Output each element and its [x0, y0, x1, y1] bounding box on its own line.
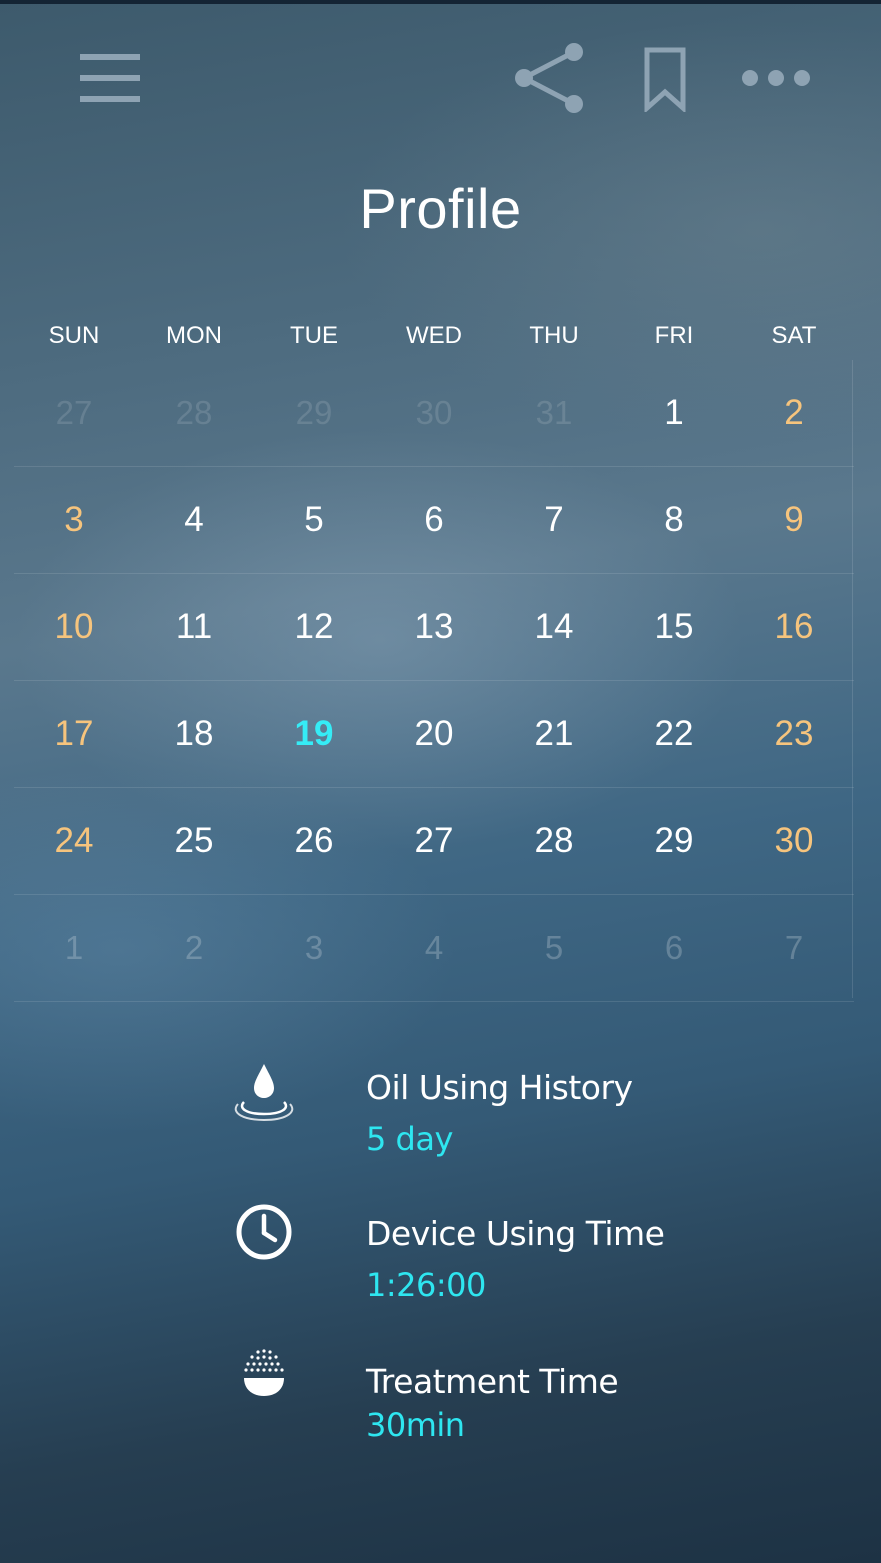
weekday-wed: WED — [406, 322, 462, 349]
stat-label: Oil Using History — [366, 1068, 633, 1107]
page-title: Profile — [359, 177, 522, 240]
calendar-day-weekend[interactable]: 2 — [734, 360, 854, 466]
weekday-tue: TUE — [290, 322, 338, 349]
calendar-day-today[interactable]: 19 — [254, 681, 374, 787]
calendar-day[interactable]: 11 — [134, 574, 254, 680]
calendar-day[interactable]: 7 — [494, 467, 614, 573]
stat-value: 1:26:00 — [366, 1266, 486, 1304]
calendar-week: 27 28 29 30 31 1 2 — [14, 360, 854, 467]
calendar-day[interactable]: 15 — [614, 574, 734, 680]
stat-value: 30min — [366, 1406, 465, 1444]
weekday-thu: THU — [529, 322, 579, 349]
calendar-day[interactable]: 1 — [614, 360, 734, 466]
calendar-week: 10 11 12 13 14 15 16 — [14, 574, 854, 681]
calendar-day[interactable]: 6 — [374, 467, 494, 573]
calendar-day-next-month[interactable]: 5 — [494, 895, 614, 1001]
calendar-day-weekend[interactable]: 16 — [734, 574, 854, 680]
calendar-day-weekend[interactable]: 10 — [14, 574, 134, 680]
calendar-day[interactable]: 18 — [134, 681, 254, 787]
calendar-day-weekend[interactable]: 24 — [14, 788, 134, 894]
calendar-week: 3 4 5 6 7 8 9 — [14, 467, 854, 574]
calendar-day[interactable]: 5 — [254, 467, 374, 573]
calendar-week: 1 2 3 4 5 6 7 — [14, 895, 854, 1002]
stat-device-time[interactable]: Device Using Time 1:26:00 — [0, 1198, 881, 1308]
calendar-day-weekend[interactable]: 30 — [734, 788, 854, 894]
calendar-day[interactable]: 27 — [374, 788, 494, 894]
share-button[interactable] — [510, 42, 588, 114]
weekday-mon: MON — [166, 322, 222, 349]
calendar-day-prev-month[interactable]: 29 — [254, 360, 374, 466]
calendar-day[interactable]: 29 — [614, 788, 734, 894]
status-strip — [0, 0, 881, 4]
calendar-day[interactable]: 21 — [494, 681, 614, 787]
bookmark-icon — [644, 47, 686, 112]
weekday-header: SUN MON TUE WED THU FRI SAT — [14, 316, 854, 356]
calendar-week: 17 18 19 20 21 22 23 — [14, 681, 854, 788]
calendar-day[interactable]: 20 — [374, 681, 494, 787]
calendar-day-next-month[interactable]: 2 — [134, 895, 254, 1001]
calendar-day-weekend[interactable]: 3 — [14, 467, 134, 573]
weekday-fri: FRI — [654, 322, 694, 349]
calendar-day-prev-month[interactable]: 30 — [374, 360, 494, 466]
stat-value: 5 day — [366, 1120, 453, 1158]
weekday-sun: SUN — [48, 322, 100, 349]
calendar-day-next-month[interactable]: 1 — [14, 895, 134, 1001]
stat-label: Device Using Time — [366, 1214, 665, 1253]
oil-drop-icon — [232, 1058, 296, 1122]
stat-label: Treatment Time — [366, 1362, 619, 1401]
calendar-day[interactable]: 13 — [374, 574, 494, 680]
treatment-spray-icon — [232, 1346, 296, 1410]
calendar-day[interactable]: 28 — [494, 788, 614, 894]
weekday-sat: SAT — [771, 322, 817, 349]
calendar-week: 24 25 26 27 28 29 30 — [14, 788, 854, 895]
calendar-day-weekend[interactable]: 17 — [14, 681, 134, 787]
calendar-day-prev-month[interactable]: 28 — [134, 360, 254, 466]
calendar-day[interactable]: 22 — [614, 681, 734, 787]
clock-icon — [232, 1200, 296, 1264]
calendar-day-weekend[interactable]: 9 — [734, 467, 854, 573]
stat-oil-history[interactable]: Oil Using History 5 day — [0, 1050, 881, 1160]
stat-treatment-time[interactable]: Treatment Time 30min — [0, 1346, 881, 1456]
calendar-day-next-month[interactable]: 3 — [254, 895, 374, 1001]
calendar-day[interactable]: 8 — [614, 467, 734, 573]
calendar-divider — [852, 360, 853, 998]
calendar-day-next-month[interactable]: 7 — [734, 895, 854, 1001]
calendar-day-next-month[interactable]: 4 — [374, 895, 494, 1001]
bookmark-button[interactable] — [640, 46, 690, 112]
more-options-button[interactable] — [736, 60, 816, 96]
menu-icon — [80, 54, 140, 102]
calendar-day-weekend[interactable]: 23 — [734, 681, 854, 787]
menu-button[interactable] — [78, 52, 142, 104]
calendar-day-prev-month[interactable]: 27 — [14, 360, 134, 466]
calendar-grid: 27 28 29 30 31 1 2 3 4 5 6 7 8 9 10 11 1… — [14, 360, 854, 1002]
more-icon — [742, 70, 810, 86]
share-icon — [515, 43, 583, 113]
toolbar — [0, 40, 881, 120]
calendar-day-next-month[interactable]: 6 — [614, 895, 734, 1001]
calendar-day[interactable]: 26 — [254, 788, 374, 894]
calendar-day[interactable]: 12 — [254, 574, 374, 680]
calendar-day[interactable]: 25 — [134, 788, 254, 894]
calendar-day[interactable]: 14 — [494, 574, 614, 680]
calendar-day[interactable]: 4 — [134, 467, 254, 573]
calendar-day-prev-month[interactable]: 31 — [494, 360, 614, 466]
